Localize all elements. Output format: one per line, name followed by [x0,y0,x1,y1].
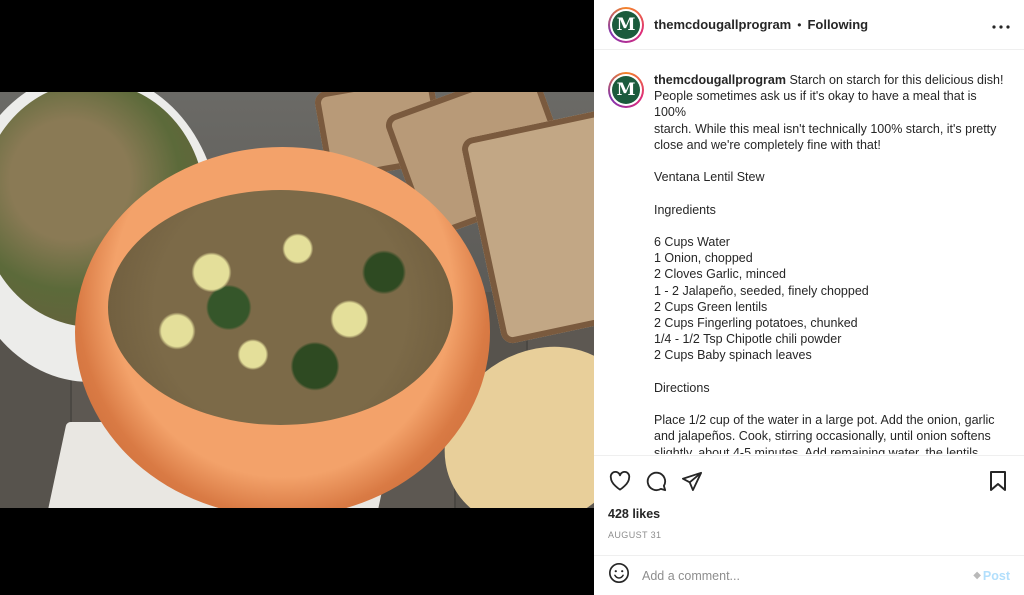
comment-icon[interactable] [644,469,668,493]
sort-arrows-icon: ◆ [973,570,981,581]
action-icons [608,468,1010,494]
caption-avatar[interactable]: M [608,72,644,108]
lentil-stew [108,190,453,425]
header-username[interactable]: themcdougallprogram [654,17,791,32]
post-side-panel: M themcdougallprogram • Following M them… [594,0,1024,595]
share-icon[interactable] [680,469,704,493]
more-options-icon[interactable] [992,16,1010,34]
post-comment-button[interactable]: ◆ Post [973,569,1010,583]
bookmark-icon[interactable] [986,469,1010,493]
likes-count[interactable]: 428 likes [608,507,1010,521]
emoji-icon[interactable] [608,562,630,589]
follow-status-button[interactable]: Following [807,17,868,32]
avatar-letter: M [612,76,640,104]
post-actions: 428 likes AUGUST 31 [594,455,1024,540]
caption-username[interactable]: themcdougallprogram [654,73,786,87]
comment-input[interactable] [642,568,942,583]
separator-dot: • [797,17,802,32]
caption-text: themcdougallprogram Starch on starch for… [654,72,1010,454]
avatar-frame: M [610,74,642,106]
avatar-letter: M [612,10,640,39]
post-date[interactable]: AUGUST 31 [608,530,1010,540]
post-view: M themcdougallprogram • Following M them… [0,0,1024,595]
comment-bar: ◆ Post [594,555,1024,595]
post-label: Post [982,568,1010,583]
post-media [0,0,594,595]
heart-icon[interactable] [608,469,632,493]
post-header: M themcdougallprogram • Following [594,0,1024,50]
avatar-frame: M [610,8,642,41]
post-photo[interactable] [0,92,594,508]
caption-area: M themcdougallprogram Starch on starch f… [594,50,1024,454]
caption-body: Starch on starch for this delicious dish… [654,73,1004,454]
avatar[interactable]: M [608,6,644,43]
